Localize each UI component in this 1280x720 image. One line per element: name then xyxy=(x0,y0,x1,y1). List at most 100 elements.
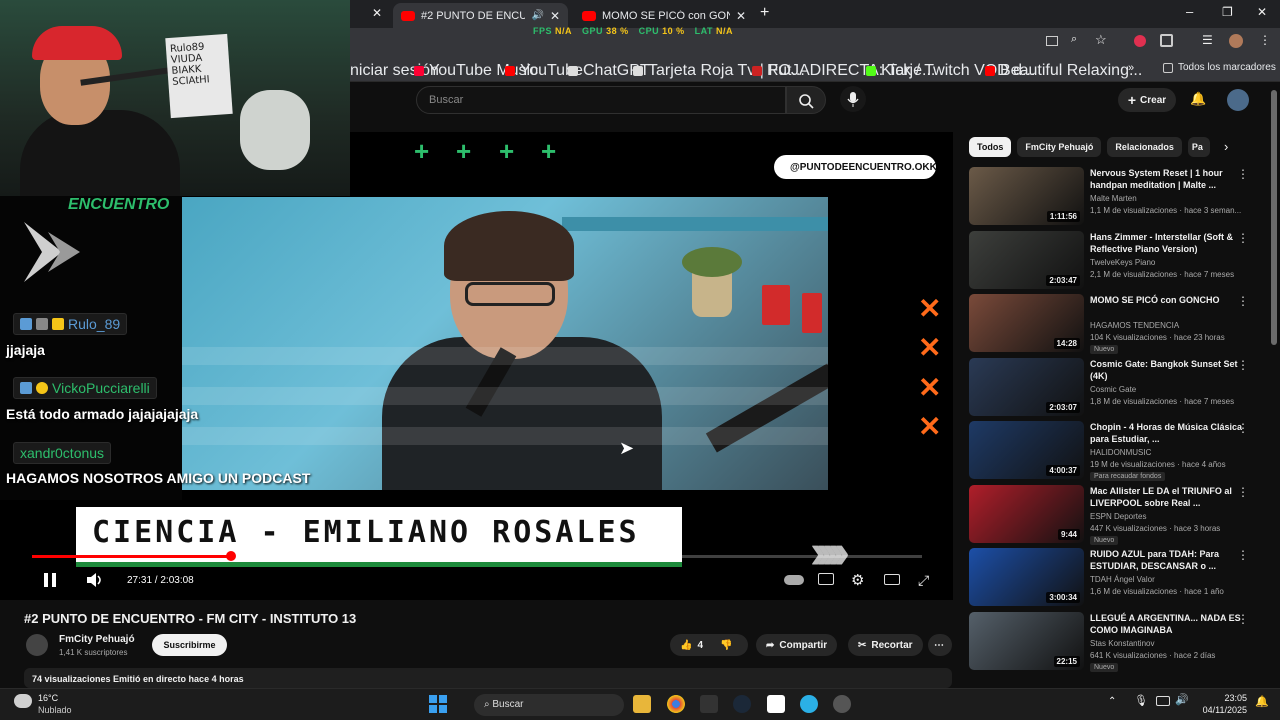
chip-todos[interactable]: Todos xyxy=(969,137,1012,157)
start-button[interactable] xyxy=(429,695,447,713)
rec-channel[interactable]: Malte Marten xyxy=(1090,194,1137,203)
rec-title[interactable]: Mac Allister LE DA el TRIUNFO al LIVERPO… xyxy=(1090,485,1250,509)
notification-bell-icon[interactable]: 🔔 xyxy=(1255,695,1269,708)
steam-icon[interactable] xyxy=(733,695,751,713)
clip-button[interactable]: ✂ Recortar xyxy=(848,634,923,656)
recommended-video[interactable]: 9:44 Mac Allister LE DA el TRIUNFO al LIV… xyxy=(969,484,1269,545)
chip-more[interactable]: Pa xyxy=(1187,137,1210,157)
file-explorer-icon[interactable] xyxy=(633,695,651,713)
media-control-icon[interactable]: ☰ xyxy=(1202,33,1213,47)
recommended-video[interactable]: 1:11:56 Nervous System Reset | 1 hour han… xyxy=(969,167,1269,227)
progress-scrubber[interactable] xyxy=(225,551,236,561)
more-dots-icon[interactable]: ⋮ xyxy=(1237,612,1249,626)
settings-gear-icon[interactable]: ⚙ xyxy=(851,571,864,589)
subtitles-icon[interactable] xyxy=(818,573,834,585)
tab-momo[interactable]: MOMO SE PICÓ con GONCHO ✕ xyxy=(574,3,754,28)
share-button[interactable]: ➦ Compartir xyxy=(756,634,838,656)
close-tab-icon[interactable]: ✕ xyxy=(736,9,746,23)
bookmark-star-icon[interactable]: ☆ xyxy=(1095,32,1107,48)
video-thumbnail[interactable]: 4:00:37 xyxy=(969,421,1084,479)
new-tab-icon[interactable]: + xyxy=(760,4,769,22)
voice-search-button[interactable] xyxy=(840,86,866,112)
more-dots-icon[interactable]: ⋮ xyxy=(1237,421,1249,435)
close-tab-icon[interactable]: ✕ xyxy=(372,6,382,20)
recommended-video[interactable]: 2:03:47 Hans Zimmer - Interstellar (Soft … xyxy=(969,230,1269,291)
video-thumbnail[interactable]: 14:28 xyxy=(969,294,1084,352)
rec-title[interactable]: Chopin - 4 Horas de Música Clásica para … xyxy=(1090,421,1250,445)
menu-dots-icon[interactable]: ⋮ xyxy=(1259,33,1271,47)
cast-icon[interactable] xyxy=(1046,36,1058,46)
close-window-icon[interactable]: ✕ xyxy=(1257,5,1267,19)
zoom-icon[interactable]: ⌕ xyxy=(1071,33,1077,46)
recommended-video[interactable]: 14:28 MOMO SE PICÓ con GONCHO HAGAMOS TEND… xyxy=(969,294,1269,354)
bookmark-item[interactable]: Beautiful Relaxing... xyxy=(985,62,1142,80)
chip-related[interactable]: Relacionados xyxy=(1107,137,1182,157)
chevron-right-icon[interactable]: » xyxy=(1128,62,1134,74)
video-thumbnail[interactable]: 2:03:47 xyxy=(969,230,1084,289)
rec-channel[interactable]: TDAH Ángel Valor xyxy=(1090,575,1155,584)
video-thumbnail[interactable]: 1:11:56 xyxy=(969,167,1084,225)
thumbs-down-icon[interactable]: 👎 xyxy=(720,640,732,651)
more-actions-button[interactable]: ⋯ xyxy=(928,634,952,656)
clock-date[interactable]: 04/11/2025 xyxy=(1196,705,1247,715)
subscribe-button[interactable]: Suscribirme xyxy=(152,634,227,656)
extension-icon[interactable] xyxy=(1134,35,1146,47)
close-tab-icon[interactable]: ✕ xyxy=(550,9,560,23)
rec-title[interactable]: RUIDO AZUL para TDAH: Para ESTUDIAR, DES… xyxy=(1090,548,1250,572)
clock-time[interactable]: 23:05 xyxy=(1200,693,1247,703)
volume-button[interactable] xyxy=(85,572,103,588)
minimize-icon[interactable]: – xyxy=(1186,4,1193,19)
chip-channel[interactable]: FmCity Pehuajó xyxy=(1017,137,1102,157)
chrome-icon[interactable] xyxy=(667,695,685,713)
recommended-video[interactable]: 22:15 LLEGUÉ A ARGENTINA... NADA ES COMO … xyxy=(969,611,1269,672)
epic-games-icon[interactable] xyxy=(700,695,718,713)
video-thumbnail[interactable]: 22:15 xyxy=(969,611,1084,670)
edge-icon[interactable] xyxy=(800,695,818,713)
chevron-right-icon[interactable]: › xyxy=(1224,139,1228,154)
recommended-video[interactable]: 2:03:07 Cosmic Gate: Bangkok Sunset Set (… xyxy=(969,357,1269,418)
account-avatar[interactable] xyxy=(1227,89,1249,111)
rec-title[interactable]: Cosmic Gate: Bangkok Sunset Set (4K) xyxy=(1090,358,1250,382)
notifications-icon[interactable]: 🔔 xyxy=(1190,91,1206,107)
pause-button[interactable] xyxy=(41,571,59,589)
rec-channel[interactable]: TwelveKeys Piano xyxy=(1090,258,1155,267)
miniplayer-icon[interactable] xyxy=(884,574,900,585)
all-bookmarks[interactable]: Todos los marcadores xyxy=(1163,62,1276,73)
weather-temp[interactable]: 16°C xyxy=(38,693,58,703)
extensions-puzzle-icon[interactable] xyxy=(1160,34,1173,47)
tab-active[interactable]: #2 PUNTO DE ENCUENTRO 🔊 ✕ xyxy=(393,3,568,28)
scrollbar[interactable] xyxy=(1271,90,1277,345)
rec-channel[interactable]: Cosmic Gate xyxy=(1090,385,1136,394)
rec-title[interactable]: Hans Zimmer - Interstellar (Soft & Refle… xyxy=(1090,231,1250,255)
more-dots-icon[interactable]: ⋮ xyxy=(1237,358,1249,372)
video-thumbnail[interactable]: 9:44 xyxy=(969,484,1084,543)
more-dots-icon[interactable]: ⋮ xyxy=(1237,167,1249,181)
rec-title[interactable]: MOMO SE PICÓ con GONCHO xyxy=(1090,294,1250,306)
search-input[interactable]: Buscar xyxy=(416,86,786,114)
rec-channel[interactable]: ESPN Deportes xyxy=(1090,512,1146,521)
app-icon[interactable] xyxy=(767,695,785,713)
mic-tray-icon[interactable]: 🎙 xyxy=(1134,694,1148,707)
taskbar-search[interactable]: ⌕ Buscar xyxy=(474,694,624,716)
autoplay-toggle[interactable] xyxy=(784,575,804,585)
rec-channel[interactable]: Stas Konstantinov xyxy=(1090,639,1154,648)
profile-avatar[interactable] xyxy=(1229,34,1243,48)
channel-name[interactable]: FmCity Pehuajó xyxy=(59,634,135,645)
recommended-video[interactable]: 4:00:37 Chopin - 4 Horas de Música Clásic… xyxy=(969,421,1269,481)
rec-channel[interactable]: HAGAMOS TENDENCIA xyxy=(1090,321,1179,330)
more-dots-icon[interactable]: ⋮ xyxy=(1237,485,1249,499)
more-dots-icon[interactable]: ⋮ xyxy=(1237,231,1249,245)
maximize-icon[interactable]: ❐ xyxy=(1222,5,1233,19)
speaker-icon[interactable]: 🔊 xyxy=(1175,693,1189,706)
recommended-video[interactable]: 3:00:34 RUIDO AZUL para TDAH: Para ESTUDI… xyxy=(969,548,1269,608)
like-button[interactable]: 👍 4 xyxy=(680,640,703,651)
video-thumbnail[interactable]: 3:00:34 xyxy=(969,548,1084,606)
rec-title[interactable]: LLEGUÉ A ARGENTINA... NADA ES COMO IMAGI… xyxy=(1090,612,1250,636)
chevron-up-icon[interactable]: ⌃ xyxy=(1108,696,1116,707)
create-button[interactable]: + Crear xyxy=(1118,88,1176,112)
more-dots-icon[interactable]: ⋮ xyxy=(1237,548,1249,562)
rec-channel[interactable]: HALIDONMUSIC xyxy=(1090,448,1151,457)
channel-avatar[interactable] xyxy=(26,634,48,656)
search-button[interactable] xyxy=(786,86,826,114)
more-dots-icon[interactable]: ⋮ xyxy=(1237,294,1249,308)
